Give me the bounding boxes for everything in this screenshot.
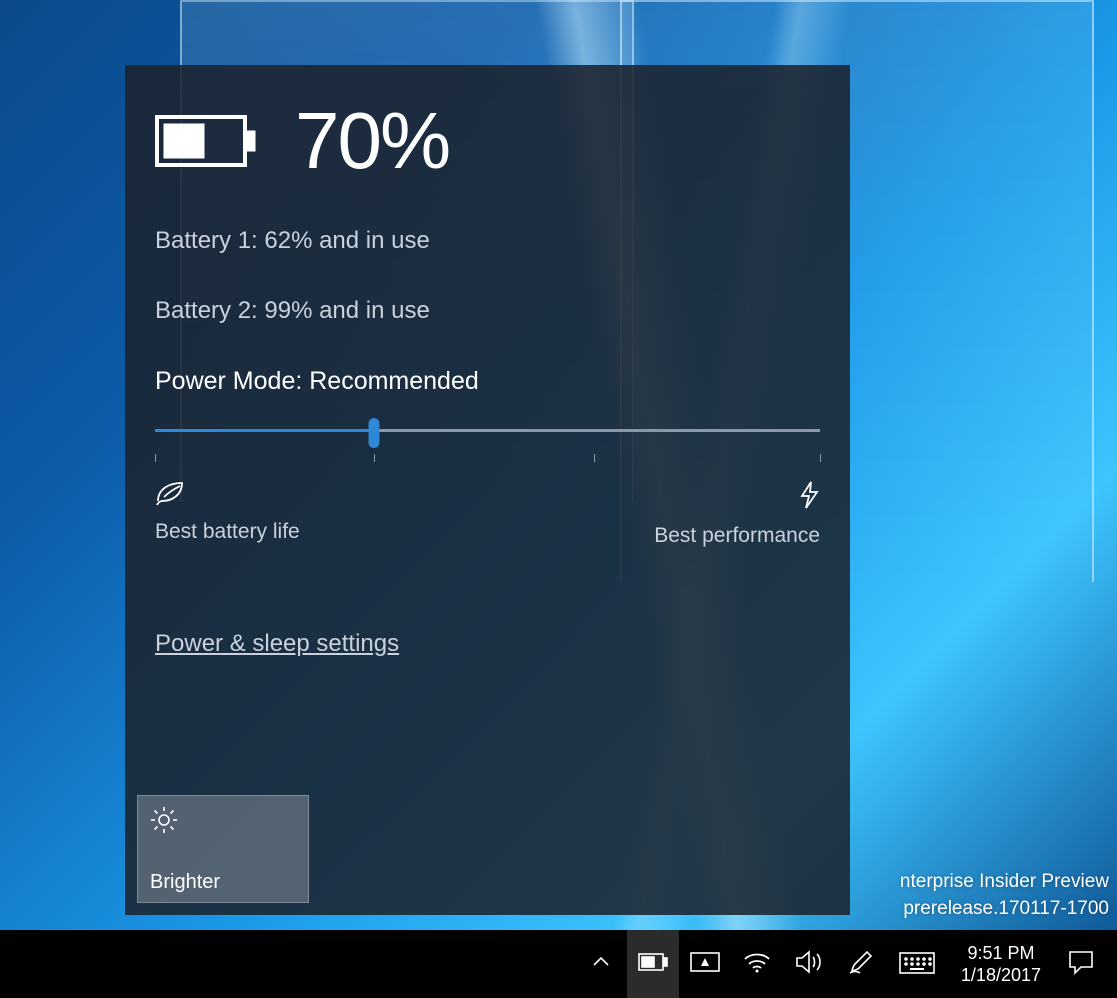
brightness-tile[interactable]: Brighter (137, 795, 309, 903)
power-mode-slider[interactable] (155, 414, 820, 448)
best-performance-end: Best performance (654, 480, 820, 548)
slider-end-labels: Best battery life Best performance (155, 480, 820, 548)
brightness-icon (150, 806, 296, 840)
power-mode-label: Power Mode: Recommended (155, 367, 820, 396)
battery-flyout: 70% Battery 1: 62% and in use Battery 2:… (125, 65, 850, 915)
clock-time: 9:51 PM (961, 942, 1041, 965)
speaker-icon (795, 950, 823, 979)
chevron-up-icon (591, 952, 611, 977)
battery-tray-icon (638, 953, 668, 976)
battery-header: 70% (155, 95, 820, 187)
tray-action-center-button[interactable] (1055, 930, 1107, 998)
best-performance-label: Best performance (654, 524, 820, 548)
leaf-icon (155, 480, 300, 512)
watermark-line-1: nterprise Insider Preview (900, 868, 1109, 896)
battery-icon (155, 115, 257, 167)
clock-date: 1/18/2017 (961, 964, 1041, 987)
build-watermark: nterprise Insider Preview prerelease.170… (900, 868, 1109, 923)
best-battery-label: Best battery life (155, 520, 300, 544)
tray-project-button[interactable] (679, 930, 731, 998)
tray-keyboard-button[interactable] (887, 930, 947, 998)
tray-wifi-button[interactable] (731, 930, 783, 998)
pen-icon (848, 949, 874, 980)
wifi-icon (743, 950, 771, 979)
brightness-tile-label: Brighter (150, 871, 296, 894)
watermark-line-2: prerelease.170117-1700 (900, 895, 1109, 923)
battery-2-status: Battery 2: 99% and in use (155, 297, 820, 325)
notification-icon (1068, 949, 1094, 980)
tray-overflow-button[interactable] (575, 930, 627, 998)
taskbar: 9:51 PM 1/18/2017 (0, 930, 1117, 998)
tray-battery-button[interactable] (627, 930, 679, 998)
keyboard-icon (899, 950, 935, 979)
project-icon (690, 950, 720, 979)
battery-1-status: Battery 1: 62% and in use (155, 227, 820, 255)
lightning-icon (798, 480, 820, 516)
tray-volume-button[interactable] (783, 930, 835, 998)
system-tray: 9:51 PM 1/18/2017 (575, 930, 1107, 998)
tray-clock[interactable]: 9:51 PM 1/18/2017 (947, 942, 1055, 987)
slider-ticks (155, 454, 820, 466)
slider-thumb[interactable] (369, 418, 380, 448)
tray-pen-button[interactable] (835, 930, 887, 998)
slider-fill (155, 429, 374, 432)
best-battery-end: Best battery life (155, 480, 300, 548)
overall-percent: 70% (295, 95, 449, 187)
power-sleep-settings-link[interactable]: Power & sleep settings (155, 630, 399, 658)
